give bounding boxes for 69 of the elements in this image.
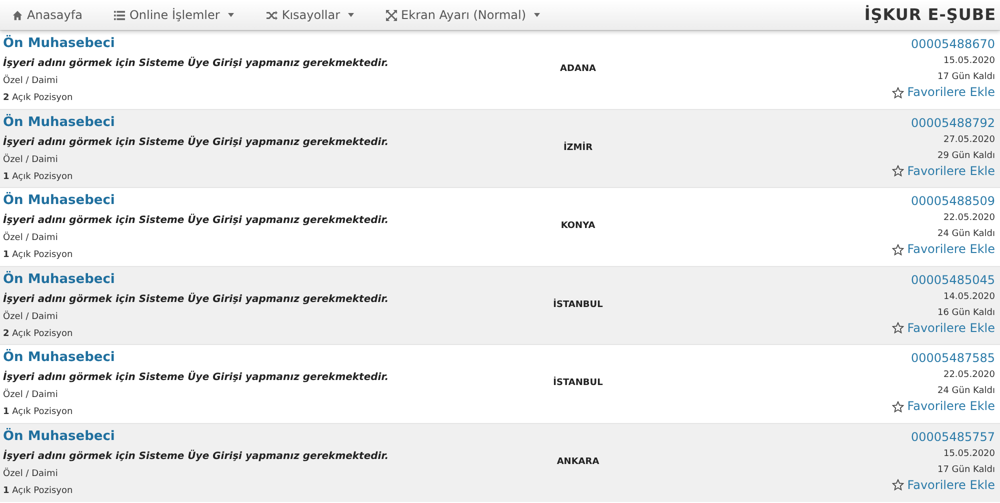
expand-icon	[386, 10, 398, 20]
nav-menu-item[interactable]: Ekran Ayarı (Normal)	[370, 0, 556, 30]
add-favorite-link[interactable]: Favorilere Ekle	[892, 242, 995, 258]
shuffle-icon	[266, 10, 278, 20]
star-icon	[892, 479, 904, 492]
city-label: KONYA	[560, 220, 596, 234]
nav-menu-item[interactable]: Online İşlemler	[98, 0, 250, 30]
add-favorite-link[interactable]: Favorilere Ekle	[892, 164, 995, 179]
job-title-link[interactable]: Ön Muhasebeci	[3, 350, 115, 366]
city-label: ANKARA	[556, 456, 600, 470]
days-remaining: 24 Gün Kaldı	[937, 385, 995, 398]
deadline-date: 22.05.2020	[943, 212, 995, 224]
login-notice: İşyeri adını görmek için Sisteme Üye Girişi yapmanız gerekmektedir.	[3, 136, 390, 149]
deadline-date: 27.05.2020	[943, 134, 995, 146]
open-positions: 1 Açık Pozisyon	[3, 484, 74, 497]
deadline-date: 15.05.2020	[943, 55, 995, 67]
login-notice: İşyeri adını görmek için Sisteme Üye Girişi yapmanız gerekmektedir.	[3, 292, 390, 306]
open-positions: 1 Açık Pozisyon	[3, 170, 74, 183]
login-notice: İşyeri adını görmek için Sisteme Üye Girişi yapmanız gerekmektedir.	[3, 371, 390, 384]
deadline-date: 15.05.2020	[943, 448, 995, 460]
days-remaining: 17 Gün Kaldı	[937, 71, 995, 83]
listing-number-link[interactable]: 00005485757	[911, 430, 995, 445]
nav-menu-item[interactable]: Anasayfa	[0, 0, 98, 30]
listing-number-link[interactable]: 00005488509	[911, 194, 995, 210]
city-label: İSTANBUL	[553, 298, 603, 312]
employment-type: Özel / Daimi	[3, 154, 59, 166]
home-icon	[12, 10, 23, 20]
open-positions: 2 Açık Pozisyon	[3, 92, 74, 104]
job-title-link[interactable]: Ön Muhasebeci	[3, 428, 115, 445]
days-remaining: 24 Gün Kaldı	[937, 228, 995, 240]
days-remaining: 17 Gün Kaldı	[937, 464, 995, 476]
star-icon	[892, 165, 904, 178]
employment-type: Özel / Daimi	[3, 310, 59, 323]
login-notice: İşyeri adını görmek için Sisteme Üye Girişi yapmanız gerekmektedir.	[3, 57, 390, 70]
star-icon	[892, 86, 904, 98]
star-icon	[892, 244, 904, 256]
employment-type: Özel / Daimi	[3, 75, 59, 87]
brand-title: İŞKUR E-ŞUBE	[864, 4, 997, 26]
open-positions: 2 Açık Pozisyon	[3, 328, 74, 340]
employment-type: Özel / Daimi	[3, 389, 59, 402]
deadline-date: 14.05.2020	[943, 290, 995, 303]
star-icon	[892, 322, 904, 334]
employment-type: Özel / Daimi	[3, 232, 59, 244]
job-title-link[interactable]: Ön Muhasebeci	[3, 272, 115, 288]
add-favorite-link[interactable]: Favorilere Ekle	[892, 399, 995, 414]
job-title-link[interactable]: Ön Muhasebeci	[3, 114, 115, 131]
employment-type: Özel / Daimi	[3, 468, 59, 480]
city-label: İZMİR	[563, 142, 593, 155]
deadline-date: 22.05.2020	[943, 369, 995, 382]
listing-number-link[interactable]: 00005488670	[911, 37, 995, 52]
open-positions: 1 Açık Pozisyon	[3, 406, 74, 418]
listing-number-link[interactable]: 00005488792	[911, 116, 995, 131]
add-favorite-link[interactable]: Favorilere Ekle	[892, 478, 995, 493]
listing-number-link[interactable]: 00005487585	[911, 351, 995, 366]
add-favorite-link[interactable]: Favorilere Ekle	[892, 85, 995, 100]
days-remaining: 29 Gün Kaldı	[937, 150, 995, 162]
listing-number-link[interactable]: 00005485045	[911, 272, 995, 288]
add-favorite-link[interactable]: Favorilere Ekle	[892, 320, 995, 336]
open-positions: 1 Açık Pozisyon	[3, 249, 74, 262]
star-icon	[892, 400, 904, 413]
city-label: İSTANBUL	[553, 377, 603, 390]
job-title-link[interactable]: Ön Muhasebeci	[3, 36, 115, 52]
nav-menu-item[interactable]: Kısayollar	[250, 0, 370, 30]
job-title-link[interactable]: Ön Muhasebeci	[3, 193, 115, 210]
days-remaining: 16 Gün Kaldı	[937, 306, 995, 319]
login-notice: İşyeri adını görmek için Sisteme Üye Girişi yapmanız gerekmektedir.	[3, 450, 390, 463]
login-notice: İşyeri adını görmek için Sisteme Üye Girişi yapmanız gerekmektedir.	[3, 214, 390, 228]
city-label: ADANA	[560, 63, 596, 76]
list-icon	[114, 10, 126, 20]
